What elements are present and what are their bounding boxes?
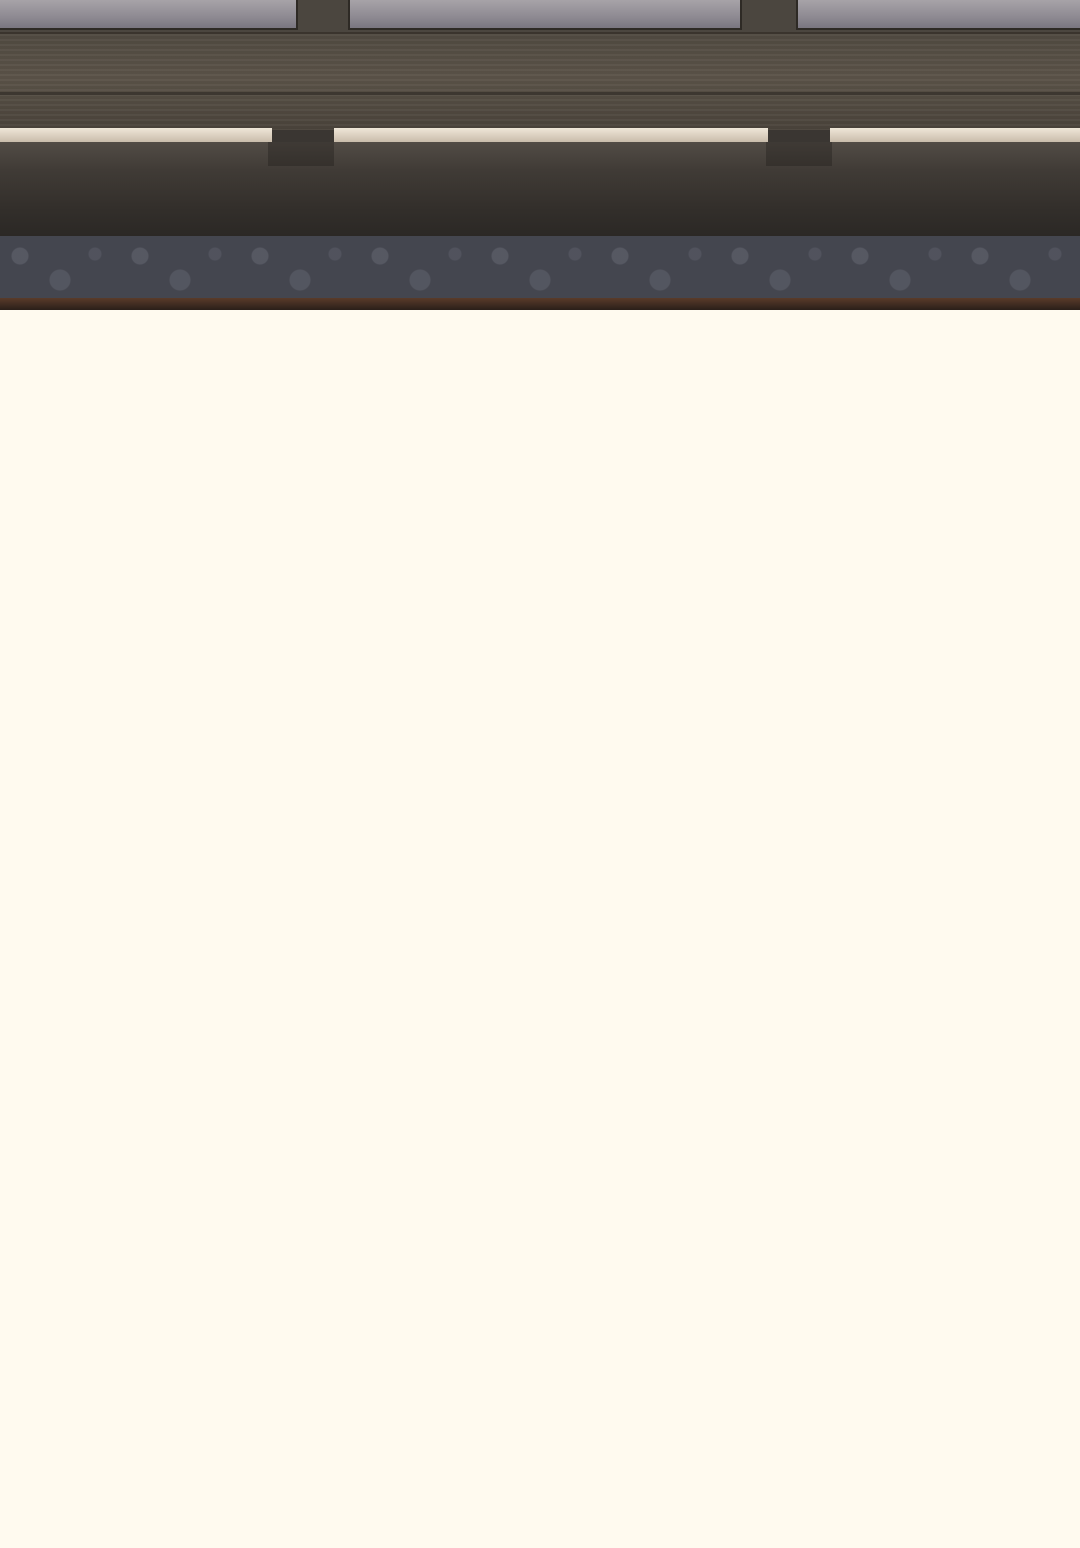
frame-divider [0, 92, 1080, 95]
window-ledge [0, 142, 1080, 236]
window-frame [0, 32, 1080, 130]
game-scene [0, 0, 1080, 1548]
ledge-shadow [766, 142, 832, 166]
wood-trim [0, 298, 1080, 310]
window-panes [0, 0, 1080, 32]
window-pane-left [0, 0, 298, 30]
sill-highlight [0, 128, 272, 142]
sill-highlight [334, 128, 768, 142]
window-pane-center [348, 0, 742, 30]
blank-content-panel [0, 310, 1080, 1548]
sill-highlight [830, 128, 1080, 142]
background-illustration [0, 0, 1080, 310]
floral-wallpaper [0, 236, 1080, 300]
ledge-shadow [268, 142, 334, 166]
window-pane-right [796, 0, 1080, 30]
